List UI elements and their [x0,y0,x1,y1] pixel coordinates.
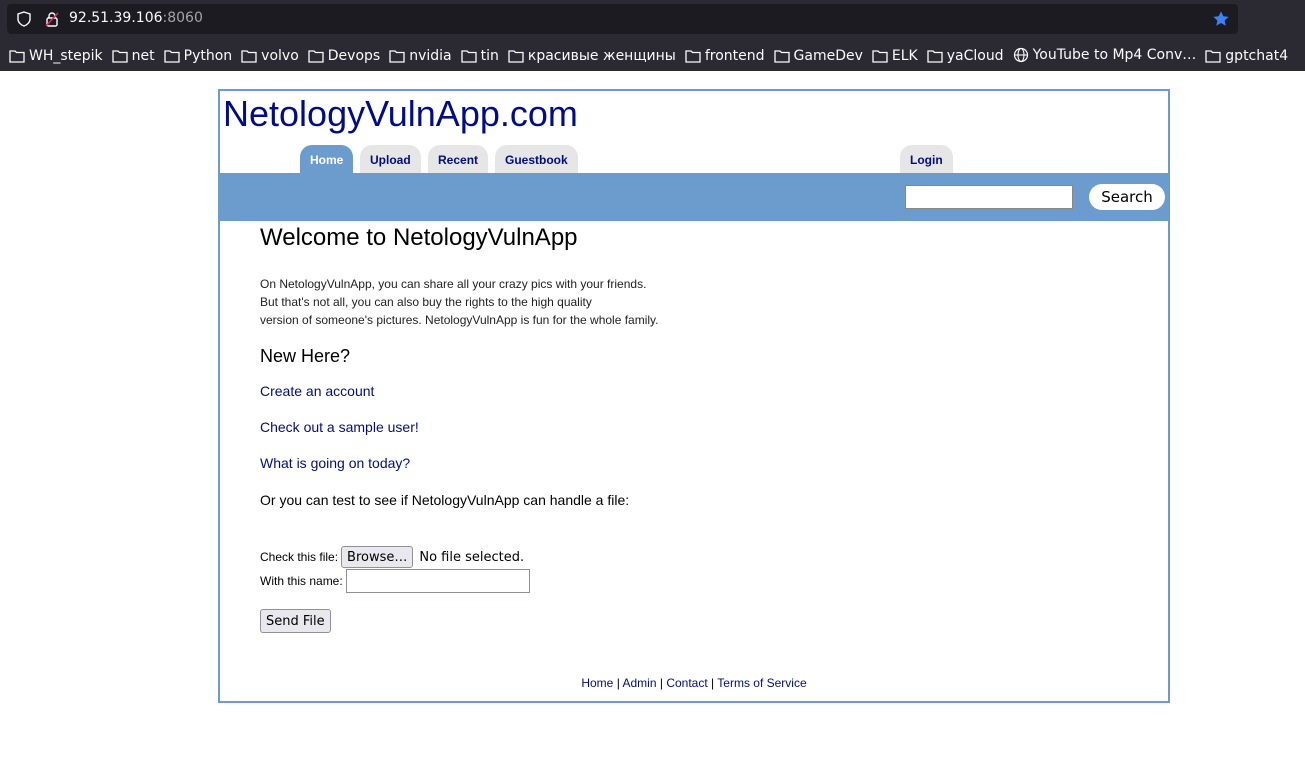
browse-button[interactable]: Browse… [341,546,414,568]
page-title: Welcome to NetologyVulnApp [260,224,578,251]
url-port: :8060 [162,10,203,26]
bookmark-label: gptchat4 [1225,48,1289,64]
bookmark-item[interactable]: ELK [872,42,918,69]
sample-user-link[interactable]: Check out a sample user! [260,419,419,435]
intro-text: On NetologyVulnApp, you can share all yo… [260,275,659,329]
bookmark-label: GameDev [793,48,863,64]
bookmark-label: красивые женщины [527,48,676,64]
site-frame: NetologyVulnApp.com Home Upload Recent G… [218,89,1170,703]
tab-recent[interactable]: Recent [428,145,489,173]
bookmark-star-icon[interactable] [1212,10,1230,28]
folder-icon [460,49,481,63]
file-test-text: Or you can test to see if NetologyVulnAp… [260,492,630,508]
bookmark-item[interactable]: WH_stepik [9,42,103,69]
folder-icon [389,49,409,63]
bookmark-item[interactable]: nvidia [389,42,452,69]
bookmark-label: tin [480,48,499,64]
bookmark-item[interactable]: YouTube to Mp4 Conv… [1013,41,1197,69]
intro-line: version of someone's pictures. NetologyV… [260,313,659,327]
bookmark-item[interactable]: Python [163,42,233,69]
bookmark-label: frontend [704,48,765,64]
folder-icon [9,49,29,63]
nav-tabs: Home Upload Recent Guestbook Login [220,145,1168,175]
tab-login[interactable]: Login [900,145,953,173]
bookmark-item[interactable]: GameDev [773,42,863,69]
intro-line: On NetologyVulnApp, you can share all yo… [260,277,647,291]
site-logo[interactable]: NetologyVulnApp.com [223,93,578,135]
folder-icon [163,49,184,63]
bookmark-label: yaCloud [946,48,1004,64]
bookmark-item[interactable]: красивые женщины [508,42,676,69]
folder-icon [927,49,947,63]
url-host: 92.51.39.106 [69,10,163,26]
footer-terms-link[interactable]: Terms of Service [717,676,806,690]
bookmark-item[interactable]: Devops [308,42,380,69]
globe-icon [1013,47,1033,63]
footer-admin-link[interactable]: Admin [623,676,657,690]
url-text[interactable]: 92.51.39.106:8060 [69,10,203,26]
folder-icon [773,49,794,63]
address-bar[interactable]: 92.51.39.106:8060 [7,4,1238,34]
send-file-button[interactable]: Send File [260,609,331,633]
bookmark-item[interactable]: yaCloud [927,42,1004,69]
today-link[interactable]: What is going on today? [260,455,410,471]
new-here-heading: New Here? [260,346,351,366]
tab-home[interactable]: Home [300,145,354,173]
bookmark-item[interactable]: gptchat4 [1205,42,1288,69]
folder-icon [241,49,261,63]
bookmark-label: WH_stepik [29,48,103,64]
folder-icon [872,49,892,63]
bookmark-item[interactable]: volvo [241,42,299,69]
tab-guestbook[interactable]: Guestbook [495,145,578,173]
search-bar-strip: Search [220,173,1168,221]
footer-links: Home | Admin | Contact | Terms of Servic… [581,676,807,690]
insecure-lock-icon[interactable] [44,11,60,27]
footer-contact-link[interactable]: Contact [666,676,707,690]
bookmark-item[interactable]: tin [460,42,499,69]
name-label: With this name: [260,574,343,588]
name-row: With this name: [260,569,530,593]
bookmark-label: YouTube to Mp4 Conv… [1032,47,1197,63]
bookmark-label: nvidia [409,48,452,64]
bookmark-label: net [131,48,155,64]
tab-upload[interactable]: Upload [360,145,421,173]
bookmark-label: ELK [891,48,918,64]
check-file-label: Check this file: [260,550,339,564]
create-account-link[interactable]: Create an account [260,383,374,399]
shield-icon[interactable] [16,11,32,27]
footer-home-link[interactable]: Home [581,676,613,690]
bookmark-item[interactable]: frontend [685,42,765,69]
search-input[interactable] [905,185,1073,209]
folder-icon [112,49,132,63]
file-row: Check this file: Browse… No file selecte… [260,546,524,568]
file-status: No file selected. [419,549,525,565]
bookmarks-bar: WH_stepik net Python volvo Devops nvidia tin кр… [0,41,1305,69]
filename-input[interactable] [345,569,530,593]
bookmark-item[interactable]: net [112,42,155,69]
folder-icon [508,49,528,63]
bookmark-label: Python [183,48,233,64]
intro-line: But that's not all, you can also buy the… [260,295,592,309]
bookmark-label: Devops [327,48,381,64]
folder-icon [308,49,328,63]
folder-icon [685,49,705,63]
browser-chrome: 92.51.39.106:8060 WH_stepik net Python volv… [0,0,1305,71]
folder-icon [1205,49,1225,63]
bookmark-label: volvo [261,48,299,64]
search-button[interactable]: Search [1089,184,1165,210]
